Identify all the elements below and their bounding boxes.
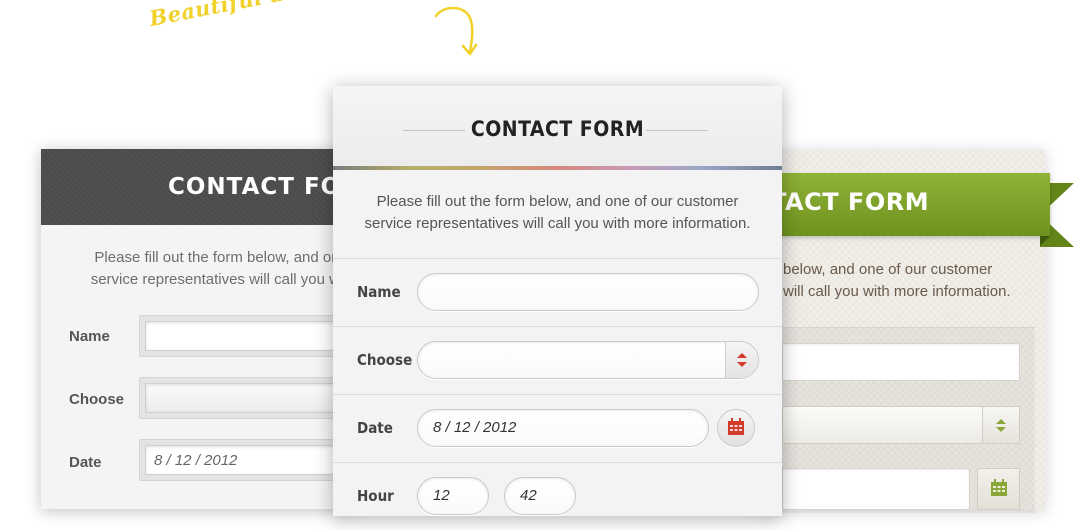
left-intro-line1: Please fill out the form below, and on — [94, 249, 340, 266]
left-form-header: CONTACT FO — [41, 149, 351, 225]
up-down-arrows-icon[interactable] — [725, 342, 758, 378]
calendar-button[interactable] — [717, 409, 755, 447]
hour-input[interactable]: 12 — [417, 477, 489, 515]
date-row: Date 8 / 12 / 2012 — [333, 394, 782, 462]
right-form-intro: below, and one of our customer will call… — [783, 259, 1011, 303]
left-form-intro: Please fill out the form below, and on s… — [67, 247, 351, 291]
middle-form-intro: Please fill out the form below, and one … — [333, 191, 782, 235]
left-name-label: Name — [69, 328, 110, 345]
left-name-input[interactable] — [145, 321, 351, 351]
middle-intro-line1: Please fill out the form below, and one … — [376, 193, 739, 210]
right-intro-line1: below, and one of our customer — [783, 261, 993, 278]
rainbow-divider — [333, 166, 782, 170]
choose-select[interactable] — [417, 341, 759, 379]
hour-row: Hour 12 42 — [333, 462, 782, 530]
hour-label: Hour — [357, 487, 394, 505]
left-form-title: CONTACT FO — [168, 174, 342, 200]
right-form-title: TACT FORM — [770, 188, 930, 216]
right-choose-select[interactable] — [782, 406, 1020, 444]
up-down-arrows-icon[interactable] — [982, 407, 1019, 443]
name-row: Name — [333, 258, 782, 326]
middle-contact-form: CONTACT FORM Please fill out the form be… — [333, 86, 782, 516]
left-choose-select[interactable] — [145, 383, 351, 413]
left-date-input[interactable]: 8 / 12 / 2012 — [145, 445, 351, 475]
middle-form-header: CONTACT FORM — [333, 86, 782, 166]
name-input[interactable] — [417, 273, 759, 311]
calendar-icon — [728, 418, 744, 435]
choose-label: Choose — [357, 351, 413, 369]
right-date-input[interactable] — [782, 468, 970, 510]
choose-select-value — [418, 351, 433, 368]
choose-row: Choose — [333, 326, 782, 394]
middle-intro-line2: service representatives will call you wi… — [364, 215, 751, 232]
left-date-label: Date — [69, 454, 102, 471]
left-contact-form: CONTACT FO Please fill out the form belo… — [41, 149, 351, 509]
left-choose-label: Choose — [69, 391, 125, 408]
left-name-field — [139, 315, 351, 357]
name-label: Name — [357, 283, 401, 301]
calendar-icon[interactable] — [977, 468, 1020, 510]
right-name-input[interactable] — [782, 343, 1020, 381]
date-input[interactable]: 8 / 12 / 2012 — [417, 409, 709, 447]
left-intro-line2: service representatives will call you wi — [90, 271, 344, 288]
right-intro-line2: will call you with more information. — [783, 283, 1011, 300]
left-date-field: 8 / 12 / 2012 — [139, 439, 351, 481]
minute-input[interactable]: 42 — [504, 477, 576, 515]
date-label: Date — [357, 419, 393, 437]
ribbon-fold — [1040, 236, 1050, 246]
curved-arrow-icon — [434, 6, 478, 56]
title-divider-right — [646, 130, 708, 131]
middle-form-title: CONTACT FORM — [470, 117, 645, 141]
left-choose-field — [139, 377, 351, 419]
